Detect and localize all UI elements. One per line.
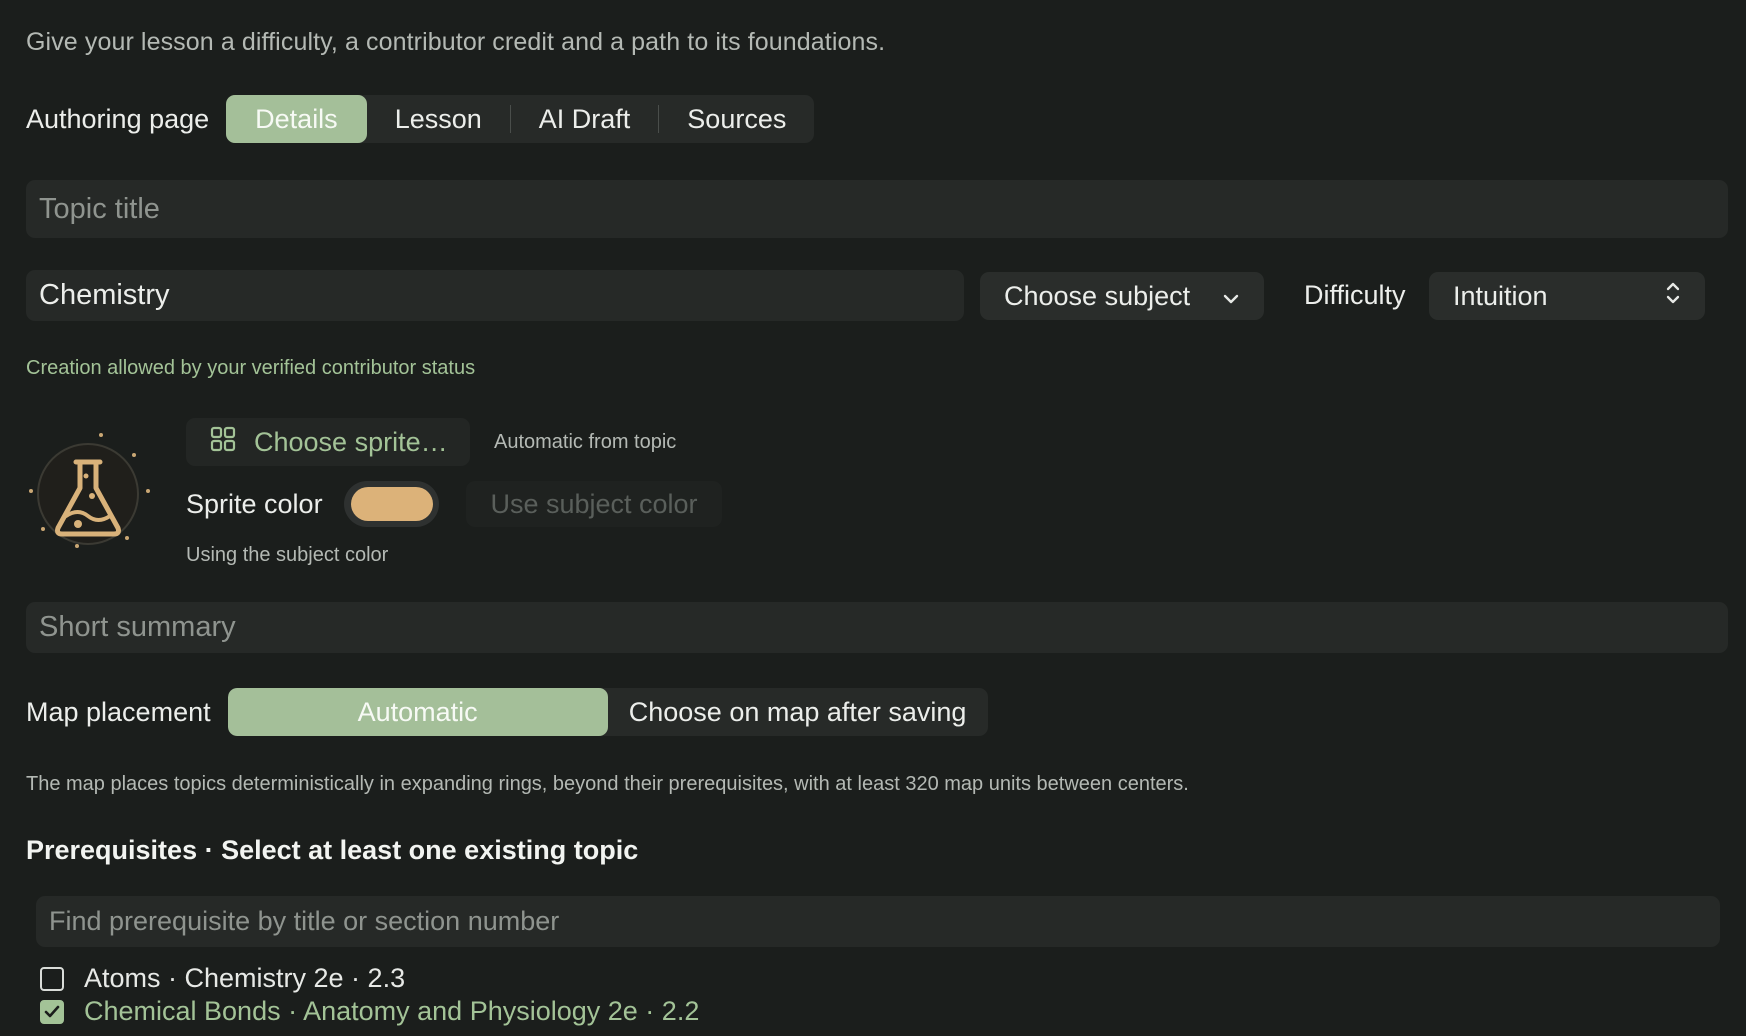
choose-subject-label: Choose subject <box>1004 280 1191 311</box>
contributor-status-note: Creation allowed by your verified contri… <box>26 357 476 379</box>
prerequisite-item[interactable]: Chemical Bonds · Anatomy and Physiology … <box>40 996 699 1027</box>
map-option-choose-on-map[interactable]: Choose on map after saving <box>608 688 988 736</box>
tab-details[interactable]: Details <box>226 95 367 143</box>
map-placement-label: Map placement <box>26 696 211 727</box>
prerequisites-heading: Prerequisites · Select at least one exis… <box>26 835 639 865</box>
map-option-automatic[interactable]: Automatic <box>227 688 608 736</box>
sprite-color-fill <box>350 487 433 521</box>
map-placement-row: Map placement Automatic Choose on map af… <box>26 688 988 736</box>
up-down-chevron-icon <box>1665 280 1681 313</box>
map-placement-toggle: Automatic Choose on map after saving <box>227 688 988 736</box>
flask-icon <box>26 432 150 556</box>
sprite-auto-note: Automatic from topic <box>494 431 677 453</box>
difficulty-label: Difficulty <box>1304 280 1406 310</box>
grid-icon <box>210 426 236 459</box>
authoring-page-label: Authoring page <box>26 103 210 134</box>
prerequisite-item[interactable]: Atoms · Chemistry 2e · 2.3 <box>40 963 405 994</box>
tab-ai-draft[interactable]: AI Draft <box>511 95 659 143</box>
sprite-color-note: Using the subject color <box>186 544 389 566</box>
map-placement-note: The map places topics deterministically … <box>26 773 1189 795</box>
tab-lesson[interactable]: Lesson <box>367 95 510 143</box>
authoring-page-row: Authoring page Details Lesson AI Draft S… <box>26 95 815 143</box>
sprite-color-swatch[interactable] <box>344 481 439 527</box>
choose-sprite-button[interactable]: Choose sprite… <box>186 418 470 466</box>
choose-sprite-label: Choose sprite… <box>254 426 448 457</box>
checkbox[interactable] <box>40 966 64 991</box>
chevron-down-icon <box>1222 281 1240 312</box>
subject-name-input[interactable]: Chemistry <box>26 270 964 321</box>
sprite-color-label: Sprite color <box>186 489 323 519</box>
difficulty-select[interactable]: Intuition <box>1429 272 1705 320</box>
intro-text: Give your lesson a difficulty, a contrib… <box>26 28 886 56</box>
use-subject-color-button[interactable]: Use subject color <box>466 481 722 527</box>
topic-title-input[interactable]: Topic title <box>26 180 1728 238</box>
choose-subject-select[interactable]: Choose subject <box>980 272 1264 320</box>
tab-sources[interactable]: Sources <box>659 95 814 143</box>
difficulty-value: Intuition <box>1453 280 1548 311</box>
short-summary-input[interactable]: Short summary <box>26 602 1728 653</box>
prerequisite-search-input[interactable]: Find prerequisite by title or section nu… <box>36 896 1720 947</box>
authoring-details-page: Give your lesson a difficulty, a contrib… <box>0 0 1746 1036</box>
prerequisite-label: Chemical Bonds · Anatomy and Physiology … <box>84 996 700 1026</box>
prerequisite-label: Atoms · Chemistry 2e · 2.3 <box>84 963 406 993</box>
checkbox-checked[interactable] <box>40 999 64 1024</box>
authoring-tabs: Details Lesson AI Draft Sources <box>226 95 815 143</box>
checkmark-icon <box>44 1005 60 1017</box>
